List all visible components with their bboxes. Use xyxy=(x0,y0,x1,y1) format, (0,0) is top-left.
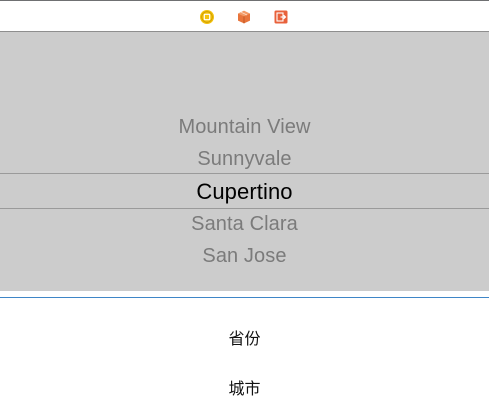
picker-selection-bottom-line xyxy=(0,208,489,209)
view-controller-icon[interactable] xyxy=(200,10,214,24)
picker-row[interactable]: San Jose xyxy=(0,244,489,268)
city-label: 城市 xyxy=(228,379,261,398)
city-picker-view[interactable]: Mountain View Sunnyvale Cupertino Santa … xyxy=(0,32,489,291)
picker-selection-top-line xyxy=(0,173,489,174)
scene-dock xyxy=(0,0,489,32)
section-divider xyxy=(0,297,489,298)
first-responder-icon[interactable] xyxy=(237,10,251,24)
exit-icon[interactable] xyxy=(274,10,288,24)
picker-row-selected[interactable]: Cupertino xyxy=(0,179,489,205)
picker-row[interactable]: Mountain View xyxy=(0,115,489,139)
province-label: 省份 xyxy=(228,329,261,348)
picker-row[interactable]: Sunnyvale xyxy=(0,147,489,171)
picker-row[interactable]: Santa Clara xyxy=(0,212,489,236)
